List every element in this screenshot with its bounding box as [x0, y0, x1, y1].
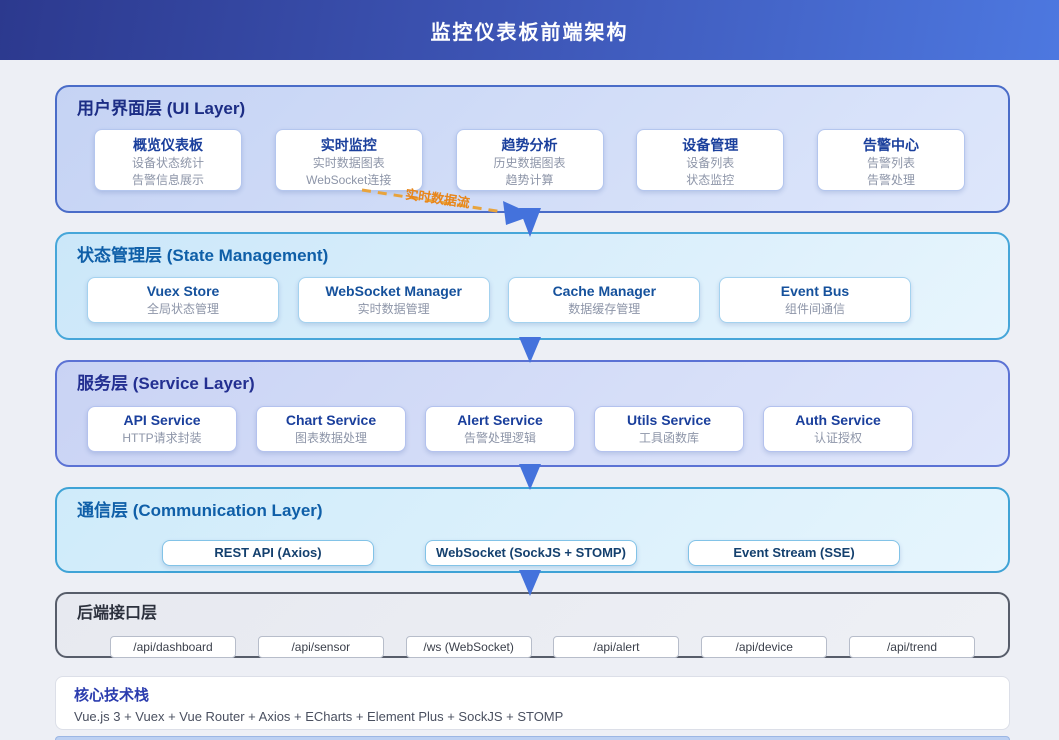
card-title: Auth Service [795, 412, 881, 428]
card-subtitle: 状态监控 [686, 173, 735, 187]
ui-layer-title: 用户界面层 (UI Layer) [77, 99, 246, 118]
card-subtitle: 数据缓存管理 [568, 302, 641, 316]
backend-layer-title: 后端接口层 [77, 605, 158, 622]
box-rest-api: REST API (Axios) [162, 540, 374, 566]
card-title: 趋势分析 [501, 137, 558, 153]
box-websocket: WebSocket (SockJS + STOMP) [425, 540, 637, 566]
card-title: Alert Service [457, 412, 543, 428]
card-subtitle: 设备状态统计 [131, 156, 204, 170]
cut-off-box-edge [55, 736, 1010, 740]
card-title: WebSocket Manager [325, 283, 462, 299]
page-title: 监控仪表板前端架构 [430, 21, 629, 44]
endpoint-label: /api/alert [593, 640, 640, 654]
card-title: 概览仪表板 [133, 137, 203, 153]
state-management-layer: 状态管理层 (State Management) Vuex Store 全局状态… [55, 232, 1010, 340]
card-subtitle: 工具函数库 [638, 431, 699, 445]
card-subtitle: 认证授权 [813, 431, 862, 445]
tech-stack-title: 核心技术栈 [74, 687, 150, 704]
card-subtitle: 组件间通信 [784, 302, 845, 316]
card-cache-manager: Cache Manager 数据缓存管理 [508, 277, 701, 323]
card-subtitle: WebSocket连接 [306, 173, 392, 187]
endpoint-api-alert: /api/alert [553, 636, 680, 658]
card-subtitle: 告警处理逻辑 [463, 431, 536, 445]
endpoint-api-dashboard: /api/dashboard [110, 636, 236, 658]
card-subtitle: 告警列表 [866, 156, 915, 170]
card-auth-service: Auth Service 认证授权 [763, 406, 913, 452]
card-subtitle: HTTP请求封装 [122, 431, 202, 445]
card-title: Cache Manager [552, 283, 657, 299]
card-title: REST API (Axios) [214, 545, 322, 560]
card-subtitle: 告警处理 [866, 173, 915, 187]
card-title: 实时监控 [320, 137, 377, 153]
tech-stack-items: Vue.js 3 + Vuex + Vue Router + Axios + E… [74, 709, 564, 724]
card-subtitle: 实时数据图表 [312, 156, 385, 170]
card-subtitle: 历史数据图表 [493, 156, 566, 170]
card-title: Chart Service [285, 412, 377, 428]
box-event-stream: Event Stream (SSE) [688, 540, 900, 566]
endpoint-ws-websocket: /ws (WebSocket) [405, 636, 532, 658]
service-layer-cards: API Service HTTP请求封装 Chart Service 图表数据处… [87, 406, 913, 452]
card-title: Vuex Store [146, 283, 220, 299]
card-websocket-manager: WebSocket Manager 实时数据管理 [297, 277, 490, 323]
page-header: 监控仪表板前端架构 [0, 0, 1059, 60]
ui-layer-cards: 概览仪表板 设备状态统计 告警信息展示 实时监控 实时数据图表 WebSocke… [94, 129, 965, 191]
card-alert-center: 告警中心 告警列表 告警处理 [817, 129, 965, 191]
service-layer-title: 服务层 (Service Layer) [77, 374, 255, 393]
communication-layer-title: 通信层 (Communication Layer) [77, 501, 323, 520]
endpoint-api-device: /api/device [701, 636, 828, 658]
card-subtitle: 告警信息展示 [131, 173, 204, 187]
backend-api-layer: 后端接口层 /api/dashboard /api/sensor /ws (We… [55, 592, 1010, 658]
card-subtitle: 图表数据处理 [294, 431, 367, 445]
card-device-management: 设备管理 设备列表 状态监控 [636, 129, 785, 191]
card-realtime-monitor: 实时监控 实时数据图表 WebSocket连接 [274, 129, 423, 191]
endpoint-api-trend: /api/trend [848, 636, 975, 658]
communication-layer: 通信层 (Communication Layer) REST API (Axio… [55, 487, 1010, 573]
tech-stack-box: 核心技术栈 Vue.js 3 + Vuex + Vue Router + Axi… [55, 676, 1010, 730]
card-title: WebSocket (SockJS + STOMP) [436, 545, 626, 560]
card-title: API Service [123, 412, 201, 428]
card-title: Event Stream (SSE) [733, 545, 855, 560]
card-api-service: API Service HTTP请求封装 [87, 406, 237, 452]
card-subtitle: 实时数据管理 [357, 302, 430, 316]
endpoint-label: /api/sensor [291, 640, 351, 654]
state-layer-title: 状态管理层 (State Management) [77, 246, 329, 265]
card-utils-service: Utils Service 工具函数库 [594, 406, 744, 452]
card-vuex-store: Vuex Store 全局状态管理 [87, 277, 279, 323]
endpoint-label: /api/dashboard [133, 640, 213, 654]
card-alert-service: Alert Service 告警处理逻辑 [425, 406, 575, 452]
card-title: Utils Service [626, 412, 712, 428]
card-subtitle: 趋势计算 [505, 173, 554, 187]
card-trend-analysis: 趋势分析 历史数据图表 趋势计算 [455, 129, 604, 191]
card-event-bus: Event Bus 组件间通信 [718, 277, 911, 323]
service-layer: 服务层 (Service Layer) API Service HTTP请求封装… [55, 360, 1010, 467]
card-overview-dashboard: 概览仪表板 设备状态统计 告警信息展示 [94, 129, 242, 191]
endpoint-api-sensor: /api/sensor [257, 636, 384, 658]
endpoint-label: /api/trend [886, 640, 937, 654]
endpoint-label: /api/device [735, 640, 793, 654]
card-title: 告警中心 [863, 137, 919, 153]
card-subtitle: 全局状态管理 [146, 302, 219, 316]
ui-layer: 用户界面层 (UI Layer) 概览仪表板 设备状态统计 告警信息展示 实时监… [55, 85, 1010, 213]
architecture-diagram: 监控仪表板前端架构 用户界面层 (UI Layer) 概览仪表板 设备状态统计 … [0, 0, 1059, 740]
backend-layer-endpoints: /api/dashboard /api/sensor /ws (WebSocke… [110, 636, 975, 658]
state-layer-cards: Vuex Store 全局状态管理 WebSocket Manager 实时数据… [87, 277, 911, 323]
endpoint-label: /ws (WebSocket) [423, 640, 514, 654]
card-subtitle: 设备列表 [686, 156, 735, 170]
card-title: 设备管理 [682, 137, 739, 153]
card-chart-service: Chart Service 图表数据处理 [256, 406, 406, 452]
communication-layer-cards: REST API (Axios) WebSocket (SockJS + STO… [162, 540, 900, 566]
card-title: Event Bus [780, 283, 850, 299]
